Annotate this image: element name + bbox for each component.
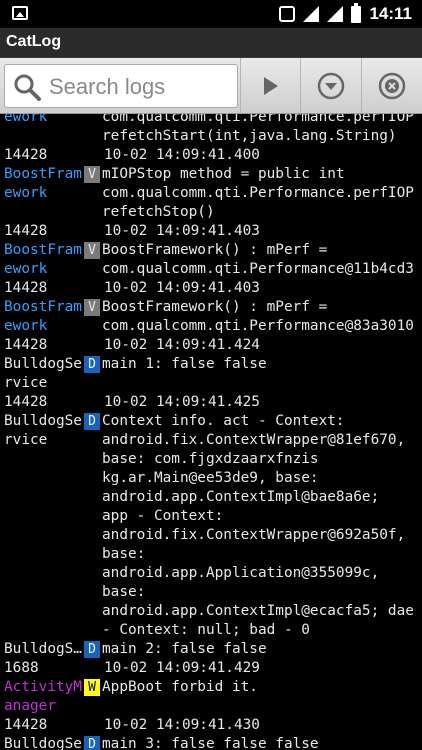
- log-pid: 14428: [4, 223, 48, 239]
- log-entry[interactable]: 14428 10-02 14:09:41.403 BoostFram ework V Bo…: [0, 279, 422, 336]
- log-message: Context info. act - Context: android.fix.…: [102, 413, 414, 638]
- log-timestamp: 10-02 14:09:41.403: [104, 280, 260, 296]
- filter-icon: [317, 72, 345, 100]
- log-tag: ework: [4, 114, 48, 125]
- log-meta: 1688 10-02 14:09:41.429: [0, 659, 422, 678]
- log-timestamp: 10-02 14:09:41.430: [104, 717, 260, 733]
- log-level-badge: W: [84, 679, 100, 696]
- log-level-badge: D: [84, 356, 100, 373]
- log-tag: BulldogService: [4, 736, 82, 750]
- log-timestamp: 10-02 14:09:41.400: [104, 147, 260, 163]
- log-meta: 14428 10-02 14:09:41.403: [0, 279, 422, 298]
- log-timestamp: 10-02 14:09:41.424: [104, 337, 260, 353]
- log-level-badge: V: [84, 299, 100, 316]
- app-bar: CatLog: [0, 28, 422, 58]
- clear-icon: [378, 72, 406, 100]
- log-level-badge: D: [84, 736, 100, 750]
- app-title: CatLog: [6, 33, 62, 50]
- log-tag: BoostFram ework: [4, 166, 82, 201]
- log-timestamp: 10-02 14:09:41.403: [104, 223, 260, 239]
- log-meta: 14428 10-02 14:09:41.424: [0, 336, 422, 355]
- log-level-badge: D: [84, 413, 100, 430]
- log-entry[interactable]: 1688 10-02 14:09:41.429 ActivityM anager W Ap…: [0, 659, 422, 716]
- log-message: main 1: false false: [102, 356, 267, 372]
- log-tag: BulldogService: [4, 413, 82, 448]
- battery-icon: [351, 2, 362, 23]
- status-icons: 14:11: [279, 2, 412, 24]
- log-list[interactable]: ework com.qualcomm.qti.Performance.perfI…: [0, 114, 422, 750]
- log-tag: BoostFram ework: [4, 242, 82, 277]
- signal-icon: [303, 6, 320, 22]
- log-timestamp: 10-02 14:09:41.429: [104, 660, 260, 676]
- log-pid: 14428: [4, 337, 48, 353]
- log-pid: 14428: [4, 717, 48, 733]
- log-pid: 1688: [4, 660, 39, 676]
- status-bar: 14:11: [0, 0, 422, 28]
- log-entry[interactable]: 14428 10-02 14:09:41.425 BulldogSe rvice D Co…: [0, 393, 422, 640]
- search-icon: [14, 74, 41, 101]
- log-meta: 14428 10-02 14:09:41.430: [0, 716, 422, 735]
- log-tag: BulldogS…: [4, 641, 82, 657]
- log-message: mIOPStop method = public int com.qualcomm…: [102, 166, 414, 220]
- vibrate-icon: [279, 6, 296, 22]
- log-entry-partial[interactable]: ework com.qualcomm.qti.Performance.perfI…: [0, 114, 422, 146]
- play-icon: [263, 77, 278, 95]
- log-tag: BoostFram ework: [4, 299, 82, 334]
- log-message: com.qualcomm.qti.Performance.perfIOP refe…: [102, 114, 414, 144]
- clear-button[interactable]: [361, 58, 422, 114]
- log-meta: 14428 10-02 14:09:41.403: [0, 222, 422, 241]
- log-level-hidden: [84, 114, 100, 126]
- log-tag: BulldogService: [4, 356, 82, 391]
- image-notification-icon: [12, 6, 28, 20]
- log-pid: 14428: [4, 280, 48, 296]
- log-entry[interactable]: 14428 10-02 14:09:41.424 BulldogSe rvice Dma…: [0, 336, 422, 393]
- log-tag: ActivityM anager: [4, 679, 82, 714]
- toolbar: [0, 58, 422, 114]
- log-timestamp: 10-02 14:09:41.425: [104, 394, 260, 410]
- log-level-badge: V: [84, 242, 100, 259]
- clock: 14:11: [369, 4, 412, 23]
- log-message: main 2: false false: [102, 641, 267, 657]
- log-entry[interactable]: 14428 10-02 14:09:41.430 BulldogServiceDma…: [0, 716, 422, 750]
- log-meta: 14428 10-02 14:09:41.400: [0, 146, 422, 165]
- log-message: main 3: false false false: [102, 736, 319, 750]
- log-message: BoostFramework() : mPerf = com.qualcomm.q…: [102, 242, 414, 277]
- log-entry[interactable]: 14428 10-02 14:09:41.400 BoostFram ework VmI…: [0, 146, 422, 222]
- log-message: BoostFramework() : mPerf = com.qualcomm.q…: [102, 299, 414, 334]
- log-level-badge: V: [84, 166, 100, 183]
- signal-icon-2: [327, 6, 344, 22]
- play-button[interactable]: [240, 58, 300, 114]
- log-entry[interactable]: BulldogS… Dmain 2: false false: [0, 640, 422, 659]
- search-input[interactable]: [49, 71, 233, 103]
- search-box[interactable]: [4, 64, 238, 108]
- log-entry[interactable]: 14428 10-02 14:09:41.403 BoostFram ework V Bo…: [0, 222, 422, 279]
- log-message: AppBoot forbid it.: [102, 679, 258, 695]
- filter-button[interactable]: [300, 58, 361, 114]
- log-pid: 14428: [4, 147, 48, 163]
- log-level-badge: D: [84, 641, 100, 658]
- log-pid: 14428: [4, 394, 48, 410]
- log-meta: 14428 10-02 14:09:41.425: [0, 393, 422, 412]
